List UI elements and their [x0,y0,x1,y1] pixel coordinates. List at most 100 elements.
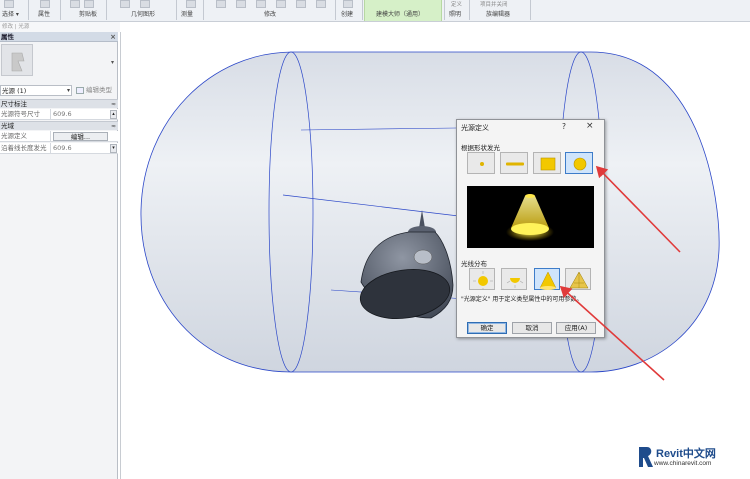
close-icon[interactable]: × [110,32,116,42]
chevron-down-icon[interactable]: ▾ [111,59,114,66]
help-icon[interactable]: ? [562,122,566,131]
circle-icon [573,157,587,171]
property-row: 沿着线长度发光 609.6 ▾ [0,143,118,154]
type-selector-value: 光源 (1) [2,87,27,95]
delete-icon[interactable] [316,0,326,8]
distribution-section-label: 光线分布 [461,260,487,268]
type-selector[interactable]: 光源 (1) ▾ [0,85,72,96]
create-icon[interactable] [343,0,353,8]
rectangle-icon [540,157,556,171]
shape-rectangle-button[interactable] [533,152,561,174]
paste-icon[interactable] [70,0,80,8]
revit-logo-icon [639,447,653,467]
context-path: 修改 | 光源 [0,22,120,32]
capsule-light-model [140,51,720,373]
rotate-icon[interactable] [256,0,266,8]
ribbon-lighting-label: 照明 [449,11,462,18]
edit-type-button[interactable]: 编辑类型 [74,85,118,96]
join-geometry-icon[interactable] [140,0,150,8]
lamp-bulb [413,249,433,265]
ribbon-separator [60,0,61,20]
ribbon-family-editor-label: 族编辑器 [486,11,511,18]
shape-point-button[interactable] [467,152,495,174]
ribbon-separator [335,0,336,20]
ribbon-separator [362,0,363,20]
property-key: 光源符号尺寸 [1,109,51,120]
point-icon [480,162,484,166]
align-icon[interactable] [216,0,226,8]
collapse-icon[interactable]: ≈ [111,100,116,109]
ribbon-separator [28,0,29,20]
light-preview [467,186,594,248]
move-icon[interactable] [236,0,246,8]
apply-button[interactable]: 应用(A) [556,322,596,334]
category-label: 光域 [1,122,14,130]
hemispherical-icon [506,278,524,288]
ribbon-define-mini-label[interactable]: 定义 [451,1,462,9]
distribution-spot-button[interactable] [534,268,560,290]
category-photometrics[interactable]: 光域 ≈ [0,121,118,130]
spherical-icon [473,271,493,290]
ribbon-properties-label[interactable]: 属性 [38,10,50,20]
properties-title-text: 属性 [1,33,14,41]
distribution-spherical-button[interactable] [469,268,495,290]
ribbon-create-label: 创建 [341,11,354,18]
edit-type-label: 编辑类型 [86,86,112,94]
ribbon-modeling-master-label: 建模大师（通用） [376,11,425,18]
ribbon-clipboard-label: 剪贴板 [79,11,98,18]
select-icon[interactable] [4,0,14,8]
cut-geometry-icon[interactable] [120,0,130,8]
property-value-input[interactable]: 609.6 [53,143,108,154]
mirror-icon[interactable] [276,0,286,8]
edit-type-icon [76,87,84,94]
type-thumbnail[interactable] [1,44,33,76]
properties-title: 属性 × [0,32,118,42]
ribbon-separator [176,0,177,20]
ribbon-separator [203,0,204,20]
dialog-description: "光源定义" 用于定义类型属性中的可用参数。 [461,296,583,303]
array-icon[interactable] [296,0,306,8]
3d-view-canvas[interactable] [120,32,750,479]
collapse-icon[interactable]: ≈ [111,122,116,131]
property-key: 沿着线长度发光 [1,143,51,154]
ribbon-measure-label: 测量 [181,11,194,18]
category-dimensions[interactable]: 尺寸标注 ≈ [0,99,118,108]
category-label: 尺寸标注 [1,100,27,108]
light-source-definition-dialog: 光源定义 ? × 根据形状发光 光线分布 "光源定义" 用于定义类型属性中的可用… [456,119,605,338]
distribution-hemispherical-button[interactable] [501,268,527,290]
scrollbar-down-icon[interactable]: ▾ [110,144,117,153]
property-value-input[interactable]: 609.6 [53,109,108,120]
chevron-down-icon: ▾ [66,87,70,94]
ribbon-select-label[interactable]: 选择 ▾ [2,10,19,20]
ribbon: 选择 ▾ 属性 剪贴板 几何图形 测量 修改 创建 建模大师（通用） 定义 照明… [0,0,750,22]
revit-watermark: Revit中文网 www.chinarevit.com [637,443,747,473]
ribbon-modify-label: 修改 [264,11,277,18]
spot-icon [539,271,557,290]
shape-line-button[interactable] [500,152,528,174]
properties-icon[interactable] [40,0,50,8]
ribbon-load-close-mini-label[interactable]: 项目并关闭 [480,1,508,9]
shape-circle-button[interactable] [565,152,593,174]
cancel-button[interactable]: 取消 [512,322,552,334]
shape-section-label: 根据形状发光 [461,144,500,152]
ok-button[interactable]: 确定 [467,322,507,334]
photometric-web-icon [569,271,589,289]
ribbon-geometry-label: 几何图形 [131,11,156,18]
properties-palette: 属性 × ▾ 光源 (1) ▾ 编辑类型 尺寸标注 ≈ 光源符号尺寸 609.6… [0,32,118,479]
watermark-brand: Revit中文网 [656,448,716,460]
line-icon [506,162,524,166]
light-fixture-thumbnail-icon [11,52,25,72]
revit-family-editor-window: 选择 ▾ 属性 剪贴板 几何图形 测量 修改 创建 建模大师（通用） 定义 照明… [0,0,750,479]
property-key: 光源定义 [1,131,51,142]
ribbon-separator [469,0,470,20]
scrollbar-up-icon[interactable]: ▴ [110,110,117,119]
close-icon[interactable]: × [586,121,594,131]
spot-cone-preview-icon [506,194,554,241]
light-source-definition-edit-button[interactable]: 编辑... [53,132,108,141]
ribbon-separator [106,0,107,20]
copy-icon[interactable] [84,0,94,8]
measure-icon[interactable] [186,0,196,8]
property-row: 光源定义 编辑... [0,131,118,142]
ribbon-separator [530,0,531,20]
distribution-photometric-web-button[interactable] [565,268,591,290]
